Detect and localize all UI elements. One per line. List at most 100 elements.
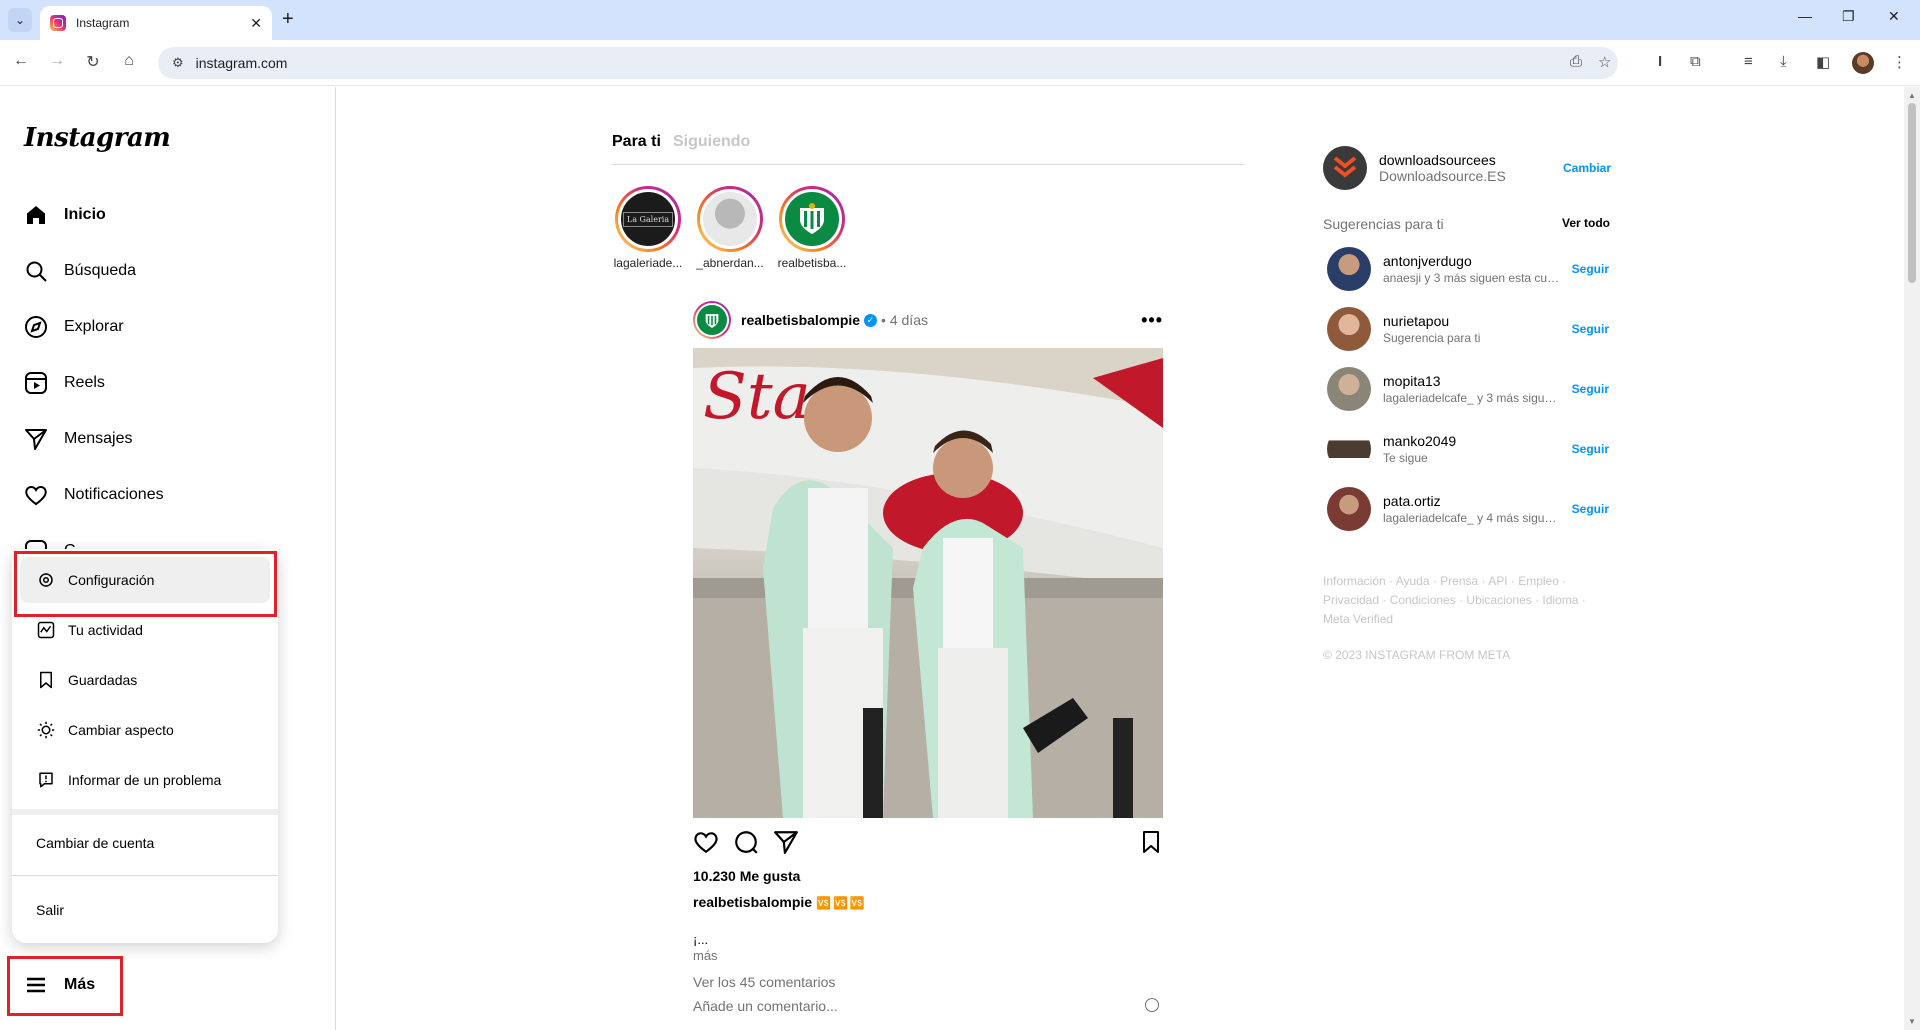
story-username: lagaleriade...	[613, 256, 683, 270]
highlight-mas	[7, 956, 123, 1016]
back-icon[interactable]: ←	[10, 52, 32, 70]
post-likes[interactable]: 10.230 Me gusta	[693, 868, 800, 884]
add-comment-input[interactable]: Añade un comentario...	[693, 998, 1163, 1014]
nav-label: Inicio	[64, 206, 106, 223]
reload-icon[interactable]: ↻	[82, 52, 104, 72]
home-browser-icon[interactable]: ⌂	[118, 52, 140, 70]
menu-item-guardadas[interactable]: Guardadas	[20, 657, 270, 703]
url-text: instagram.com	[195, 55, 288, 71]
suggestion-avatar[interactable]	[1327, 367, 1371, 411]
copyright: © 2023 INSTAGRAM FROM META	[1323, 648, 1511, 662]
browser-profile-avatar[interactable]	[1852, 52, 1874, 74]
address-bar[interactable]: ⚙ instagram.com ⎙ ☆	[158, 47, 1618, 79]
like-heart-icon[interactable]	[693, 829, 719, 860]
scroll-up-icon[interactable]: ▲	[1908, 91, 1916, 100]
suggestion-username[interactable]: mopita13	[1383, 373, 1563, 389]
nav-reels[interactable]: Reels	[24, 367, 105, 399]
post-time: • 4 días	[881, 312, 928, 328]
activity-icon	[36, 620, 56, 640]
suggestion-avatar[interactable]	[1327, 307, 1371, 351]
follow-button[interactable]: Seguir	[1572, 502, 1609, 516]
menu-item-label: Guardadas	[68, 672, 138, 688]
see-all-link[interactable]: Ver todo	[1562, 216, 1610, 230]
share-send-icon[interactable]	[773, 829, 799, 860]
instagram-favicon-icon	[50, 15, 66, 31]
post-username[interactable]: realbetisbalompie	[741, 312, 860, 328]
nav-mensajes[interactable]: Mensajes	[24, 423, 132, 455]
media-queue-icon[interactable]: ≡	[1744, 53, 1753, 70]
tab-close-icon[interactable]: ✕	[250, 15, 262, 32]
story-item[interactable]: _abnerdan...	[694, 186, 766, 270]
browser-menu-icon[interactable]: ⋮	[1892, 53, 1907, 71]
tab-siguiendo[interactable]: Siguiendo	[673, 133, 750, 151]
suggestion-username[interactable]: pata.ortiz	[1383, 493, 1563, 509]
nav-inicio[interactable]: Inicio	[24, 199, 106, 231]
nav-notificaciones[interactable]: Notificaciones	[24, 479, 164, 511]
caption-username[interactable]: realbetisbalompie	[693, 894, 812, 910]
minimize-icon[interactable]: —	[1798, 8, 1812, 24]
page-scrollbar[interactable]: ▲ ▼	[1904, 87, 1920, 1030]
account-name: Downloadsource.ES	[1379, 168, 1506, 184]
menu-divider	[12, 875, 278, 876]
menu-item-cambiar-aspecto[interactable]: Cambiar aspecto	[20, 707, 270, 753]
nav-explorar[interactable]: Explorar	[24, 311, 124, 343]
view-comments-link[interactable]: Ver los 45 comentarios	[693, 974, 835, 990]
instagram-logo[interactable]: Instagram	[24, 123, 171, 153]
menu-item-salir[interactable]: Salir	[36, 902, 64, 918]
story-item[interactable]: La Galeria lagaleriade...	[612, 186, 684, 270]
story-avatar-logo: La Galeria	[622, 211, 674, 227]
scroll-down-icon[interactable]: ▼	[1908, 1017, 1916, 1026]
bookmark-star-icon[interactable]: ☆	[1598, 53, 1611, 71]
site-info-icon[interactable]: ⚙	[172, 55, 184, 71]
install-app-icon[interactable]: ⎙	[1570, 53, 1582, 70]
tab-search-dropdown-icon[interactable]: ⌄	[8, 8, 32, 32]
suggestion-avatar[interactable]	[1327, 487, 1371, 531]
forward-icon[interactable]: →	[46, 52, 68, 70]
new-tab-icon[interactable]: +	[282, 8, 294, 31]
betis-crest-icon	[705, 314, 719, 328]
post-avatar[interactable]	[693, 301, 731, 339]
suggestion-item: pata.ortiz lagaleriadelcafe_ y 4 más sigu…	[1327, 487, 1609, 531]
menu-item-cambiar-cuenta[interactable]: Cambiar de cuenta	[36, 835, 154, 851]
search-icon	[24, 259, 48, 283]
restore-icon[interactable]: ❐	[1842, 8, 1855, 25]
switch-account-link[interactable]: Cambiar	[1563, 161, 1611, 175]
tab-para-ti[interactable]: Para ti	[612, 133, 661, 151]
caption-more-link[interactable]: más	[693, 948, 718, 963]
downloads-icon[interactable]: ⤓	[1780, 53, 1787, 70]
browser-tab-strip: ⌄ Instagram ✕ + — ❐ ✕	[0, 0, 1920, 40]
extensions-puzzle-icon[interactable]: ⧉	[1690, 53, 1701, 70]
scrollbar-thumb[interactable]	[1908, 103, 1916, 283]
account-avatar[interactable]	[1323, 146, 1367, 190]
caption-text: ¡...	[693, 932, 709, 947]
comment-bubble-icon[interactable]	[733, 829, 759, 860]
suggestion-avatar[interactable]	[1327, 247, 1371, 291]
caption-emoji: 🆚🆚🆚	[816, 896, 867, 910]
side-panel-icon[interactable]: ◧	[1816, 53, 1830, 71]
story-item[interactable]: realbetisba...	[776, 186, 848, 270]
feed-tabs: Para ti Siguiendo	[612, 133, 1244, 165]
footer-links[interactable]: Información · Ayuda · Prensa · API · Emp…	[1323, 572, 1593, 629]
follow-button[interactable]: Seguir	[1572, 442, 1609, 456]
emoji-smile-icon[interactable]	[1145, 998, 1159, 1012]
browser-tab-instagram[interactable]: Instagram ✕	[40, 6, 272, 40]
follow-button[interactable]: Seguir	[1572, 382, 1609, 396]
suggestion-username[interactable]: antonjverdugo	[1383, 253, 1563, 269]
follow-button[interactable]: Seguir	[1572, 322, 1609, 336]
post-options-icon[interactable]: •••	[1141, 310, 1163, 331]
post-image[interactable]: Sta	[693, 348, 1163, 818]
suggestion-username[interactable]: manko2049	[1383, 433, 1563, 449]
suggestion-avatar[interactable]	[1327, 427, 1371, 471]
account-username[interactable]: downloadsourcees	[1379, 152, 1506, 168]
tab-title: Instagram	[76, 16, 130, 30]
menu-item-informar-problema[interactable]: Informar de un problema	[20, 757, 270, 803]
nav-busqueda[interactable]: Búsqueda	[24, 255, 136, 287]
verified-badge-icon: ✓	[864, 313, 878, 327]
window-close-icon[interactable]: ✕	[1888, 8, 1900, 25]
betis-crest-icon	[800, 203, 824, 234]
save-bookmark-icon[interactable]	[1139, 829, 1163, 860]
extension-i-icon[interactable]: I	[1658, 53, 1662, 70]
suggestion-username[interactable]: nurietapou	[1383, 313, 1563, 329]
post-actions	[693, 829, 1163, 857]
follow-button[interactable]: Seguir	[1572, 262, 1609, 276]
